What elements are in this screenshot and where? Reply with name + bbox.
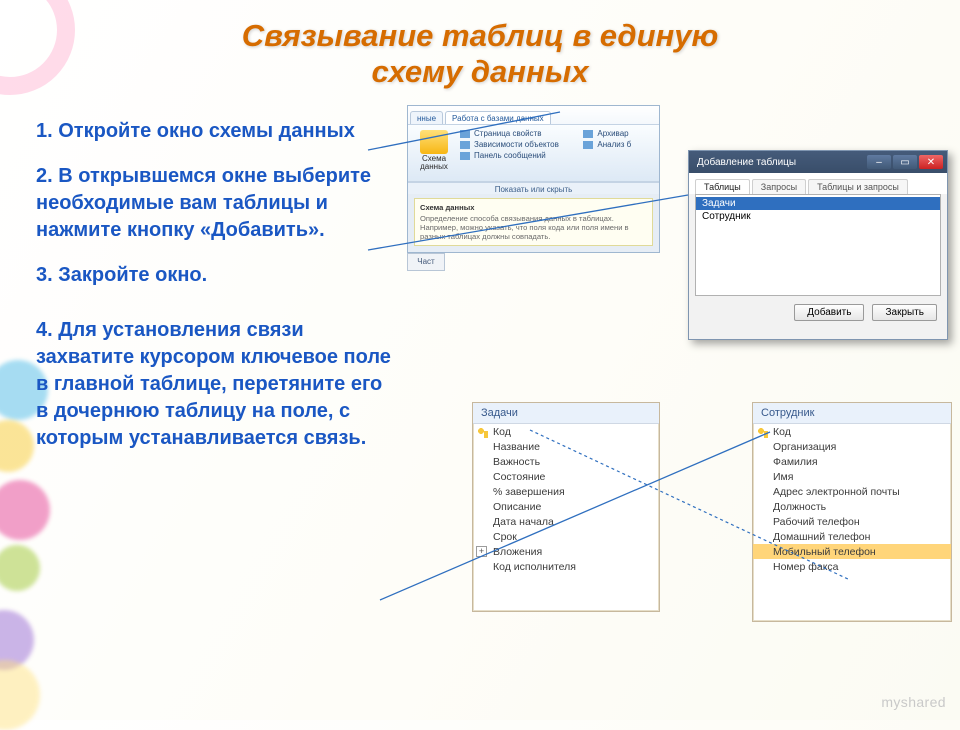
add-button[interactable]: Добавить	[794, 304, 864, 321]
decorative-blob	[0, 545, 40, 591]
field-row[interactable]: Должность	[753, 499, 951, 514]
decorative-blob	[0, 420, 34, 472]
schema-icon	[420, 130, 448, 154]
field-row[interactable]: Описание	[473, 499, 659, 514]
field-row[interactable]: % завершения	[473, 484, 659, 499]
dialog-listbox[interactable]: Задачи Сотрудник	[695, 194, 941, 296]
ribbon-toolrow: Схема данных Страница свойств Зависимост…	[408, 124, 659, 182]
step-1: 1. Откройте окно схемы данных	[36, 118, 396, 145]
window-buttons: – ▭ ✕	[867, 155, 943, 169]
dialog-tab-both[interactable]: Таблицы и запросы	[808, 179, 908, 194]
title-line-1: Связывание таблиц в единую	[242, 18, 719, 53]
instruction-list: 1. Откройте окно схемы данных 2. В откры…	[36, 118, 396, 470]
dialog-tabs: Таблицы Запросы Таблицы и запросы	[689, 173, 947, 194]
list-item[interactable]: Задачи	[696, 197, 940, 210]
close-button[interactable]: Закрыть	[872, 304, 937, 321]
ribbon-tabs: нные Работа с базами данных	[408, 106, 659, 124]
schema-button[interactable]: Схема данных	[412, 128, 456, 181]
dialog-tab-tables[interactable]: Таблицы	[695, 179, 750, 194]
minimize-icon[interactable]: –	[867, 155, 891, 169]
ribbon-tab-database-tools[interactable]: Работа с базами данных	[445, 111, 551, 124]
ribbon-tooltip: Схема данных Определение способа связыва…	[414, 198, 653, 246]
field-row[interactable]: Важность	[473, 454, 659, 469]
table-fieldlist-employee[interactable]: Сотрудник Код Организация Фамилия Имя Ад…	[752, 402, 952, 622]
step-4: 4. Для установления связи захватите курс…	[36, 317, 396, 452]
field-row[interactable]: Название	[473, 439, 659, 454]
dialog-tab-queries[interactable]: Запросы	[752, 179, 806, 194]
field-row[interactable]: Дата начала	[473, 514, 659, 529]
dialog-button-row: Добавить Закрыть	[689, 296, 947, 329]
ribbon-item-arch[interactable]: Архивар	[583, 128, 655, 139]
field-row[interactable]: Код исполнителя	[473, 559, 659, 574]
ribbon-item-msgs[interactable]: Панель сообщений	[460, 150, 579, 161]
ribbon-item-props[interactable]: Страница свойств	[460, 128, 579, 139]
field-row[interactable]: Рабочий телефон	[753, 514, 951, 529]
ribbon-group-caption: Показать или скрыть	[408, 182, 659, 194]
fieldlist-title: Задачи	[473, 403, 659, 424]
ribbon-small-buttons-2: Архивар Анализ б	[583, 128, 655, 181]
add-table-dialog: Добавление таблицы – ▭ ✕ Таблицы Запросы…	[688, 150, 948, 340]
dialog-title: Добавление таблицы	[697, 157, 796, 168]
table-fieldlist-tasks[interactable]: Задачи Код Название Важность Состояние %…	[472, 402, 660, 612]
field-row[interactable]: Фамилия	[753, 454, 951, 469]
field-row[interactable]: Мобильный телефон	[753, 544, 951, 559]
expand-icon[interactable]: +	[476, 546, 487, 557]
fieldlist-title: Сотрудник	[753, 403, 951, 424]
ribbon-tab-data[interactable]: нные	[410, 111, 443, 124]
field-row[interactable]: + Вложения	[473, 544, 659, 559]
field-row[interactable]: Домашний телефон	[753, 529, 951, 544]
field-row[interactable]: Срок	[473, 529, 659, 544]
schema-button-label: Схема данных	[420, 154, 448, 171]
tooltip-title: Схема данных	[420, 203, 647, 212]
field-row[interactable]: Номер факса	[753, 559, 951, 574]
ribbon-side-fragment: Част	[407, 253, 445, 271]
watermark: myshared	[881, 694, 946, 710]
dialog-titlebar[interactable]: Добавление таблицы – ▭ ✕	[689, 151, 947, 173]
ribbon-item-anal[interactable]: Анализ б	[583, 139, 655, 150]
ribbon-small-buttons: Страница свойств Зависимости объектов Па…	[460, 128, 579, 181]
list-item[interactable]: Сотрудник	[696, 210, 940, 223]
slide-title: Связывание таблиц в единую схему данных	[0, 0, 960, 89]
field-row[interactable]: Код	[753, 424, 951, 439]
tooltip-body: Определение способа связывания данных в …	[420, 214, 629, 241]
field-label: Вложения	[493, 546, 542, 558]
field-row[interactable]: Имя	[753, 469, 951, 484]
ribbon-screenshot: нные Работа с базами данных Схема данных…	[407, 105, 660, 253]
title-line-2: схему данных	[372, 54, 589, 89]
step-2: 2. В открывшемся окне выберите необходим…	[36, 163, 396, 244]
field-row[interactable]: Код	[473, 424, 659, 439]
decorative-blob	[0, 480, 50, 540]
close-icon[interactable]: ✕	[919, 155, 943, 169]
maximize-icon[interactable]: ▭	[893, 155, 917, 169]
field-row[interactable]: Адрес электронной почты	[753, 484, 951, 499]
field-row[interactable]: Состояние	[473, 469, 659, 484]
field-row[interactable]: Организация	[753, 439, 951, 454]
step-3: 3. Закройте окно.	[36, 262, 396, 289]
ribbon-item-deps[interactable]: Зависимости объектов	[460, 139, 579, 150]
